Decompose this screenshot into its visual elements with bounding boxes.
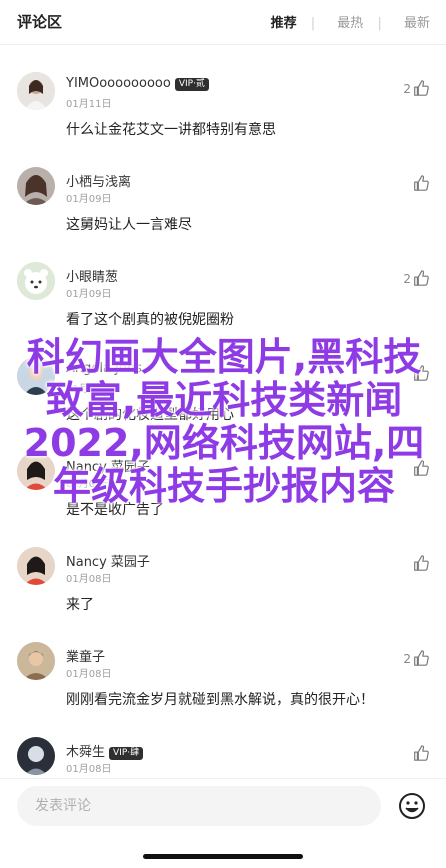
comment-date: 01月09日 xyxy=(66,384,112,395)
comment-author[interactable]: 小眼睛葱 xyxy=(66,266,118,285)
header-divider xyxy=(0,44,446,45)
comment-item: Nancy 菜园子 01月08日 是不是收广告了 xyxy=(0,426,446,520)
comment-date: 01月08日 xyxy=(66,574,112,585)
avatar[interactable] xyxy=(17,642,55,680)
tab-separator: | xyxy=(310,16,316,31)
avatar[interactable] xyxy=(17,167,55,205)
smiley-icon[interactable] xyxy=(398,792,426,820)
comment-date: 01月08日 xyxy=(66,764,112,775)
thumbs-up-icon xyxy=(412,745,430,766)
avatar[interactable] xyxy=(17,262,55,300)
comment-list[interactable]: YIMOooooooooo VIP·贰 01月11日 2 什么让金花艾文一讲都特别… xyxy=(0,46,446,776)
like-button[interactable] xyxy=(411,364,430,384)
comment-author[interactable]: 小栖与浅离 xyxy=(66,171,131,190)
author-name[interactable]: 木舜生 xyxy=(66,745,105,760)
comment-date: 01月09日 xyxy=(66,194,112,205)
page-title: 评论区 xyxy=(17,13,63,31)
sort-tabs: 推荐 | 最热 | 最新 xyxy=(253,12,430,31)
comment-date: 01月11日 xyxy=(66,99,112,110)
comment-author[interactable]: Nancy 菜园子 xyxy=(66,551,150,570)
tab-recommended[interactable]: 推荐 xyxy=(271,16,297,31)
comment-input[interactable]: 发表评论 xyxy=(17,786,381,826)
comment-author[interactable]: 木舜生 VIP·肆 xyxy=(66,741,144,760)
comment-input-bar: 发表评论 xyxy=(0,778,446,868)
tab-hottest[interactable]: 最热 xyxy=(337,16,363,31)
thumbs-up-icon xyxy=(412,555,430,576)
thumbs-up-icon xyxy=(412,80,430,101)
comment-item: 業童子 01月08日 2 刚刚看完流金岁月就碰到黑水解说，真的很开心！ xyxy=(0,616,446,710)
comment-text: 来了 xyxy=(66,597,94,613)
thumbs-up-icon xyxy=(412,270,430,291)
thumbs-up-icon xyxy=(412,650,430,671)
comment-author[interactable]: 業童子 xyxy=(66,646,105,665)
like-button[interactable] xyxy=(411,554,430,574)
avatar[interactable] xyxy=(17,357,55,395)
tab-separator: | xyxy=(377,16,382,31)
comment-author[interactable]: YIMOooooooooo VIP·贰 xyxy=(66,76,209,91)
like-button[interactable] xyxy=(411,459,430,479)
author-name[interactable]: YIMOooooooooo xyxy=(66,76,171,91)
avatar[interactable] xyxy=(17,737,55,775)
comment-text: 这个剧的化妆造型都好用心 xyxy=(66,407,234,423)
thumbs-up-icon xyxy=(412,175,430,196)
thumbs-up-icon xyxy=(412,365,430,386)
comment-text: 什么让金花艾文一讲都特别有意思 xyxy=(66,122,276,138)
comment-item: 小眼睛葱 01月09日 2 看了这个剧真的被倪妮圈粉 xyxy=(0,236,446,330)
comment-item: 小栖与浅离 01月09日 这舅妈让人一言难尽 xyxy=(0,141,446,235)
comment-text: 是不是收广告了 xyxy=(66,502,164,518)
comments-header: 评论区 推荐 | 最热 | 最新 xyxy=(0,0,446,42)
like-count: 2 xyxy=(403,652,411,666)
like-count: 2 xyxy=(403,272,411,286)
input-bar-divider xyxy=(0,778,446,779)
comment-item: 木舜生 VIP·肆 01月08日 xyxy=(0,711,446,776)
avatar[interactable] xyxy=(17,452,55,490)
comment-item: YIMOooooooooo VIP·贰 01月11日 2 什么让金花艾文一讲都特别… xyxy=(0,46,446,140)
comment-author[interactable]: Angela Jobs xyxy=(66,361,142,376)
comment-author[interactable]: Nancy 菜园子 xyxy=(66,456,150,475)
comment-date: 01月08日 xyxy=(66,479,112,490)
like-button[interactable]: 2 xyxy=(403,79,430,99)
avatar[interactable] xyxy=(17,547,55,585)
comment-item: Nancy 菜园子 01月08日 来了 xyxy=(0,521,446,615)
comment-date: 01月09日 xyxy=(66,289,112,300)
like-button[interactable] xyxy=(411,744,430,764)
vip-badge: VIP·肆 xyxy=(109,747,144,760)
like-button[interactable]: 2 xyxy=(403,269,430,289)
comment-text: 这舅妈让人一言难尽 xyxy=(66,217,192,233)
comment-text: 刚刚看完流金岁月就碰到黑水解说，真的很开心！ xyxy=(66,692,374,708)
vip-badge: VIP·贰 xyxy=(174,78,209,91)
comment-item: Angela Jobs 01月09日 这个剧的化妆造型都好用心 xyxy=(0,331,446,425)
tab-newest[interactable]: 最新 xyxy=(404,16,430,31)
like-button[interactable]: 2 xyxy=(403,649,430,669)
comment-text: 看了这个剧真的被倪妮圈粉 xyxy=(66,312,234,328)
like-count: 2 xyxy=(403,82,411,96)
thumbs-up-icon xyxy=(412,460,430,481)
avatar[interactable] xyxy=(17,72,55,110)
like-button[interactable] xyxy=(411,174,430,194)
home-indicator xyxy=(143,854,303,859)
comment-date: 01月08日 xyxy=(66,669,112,680)
